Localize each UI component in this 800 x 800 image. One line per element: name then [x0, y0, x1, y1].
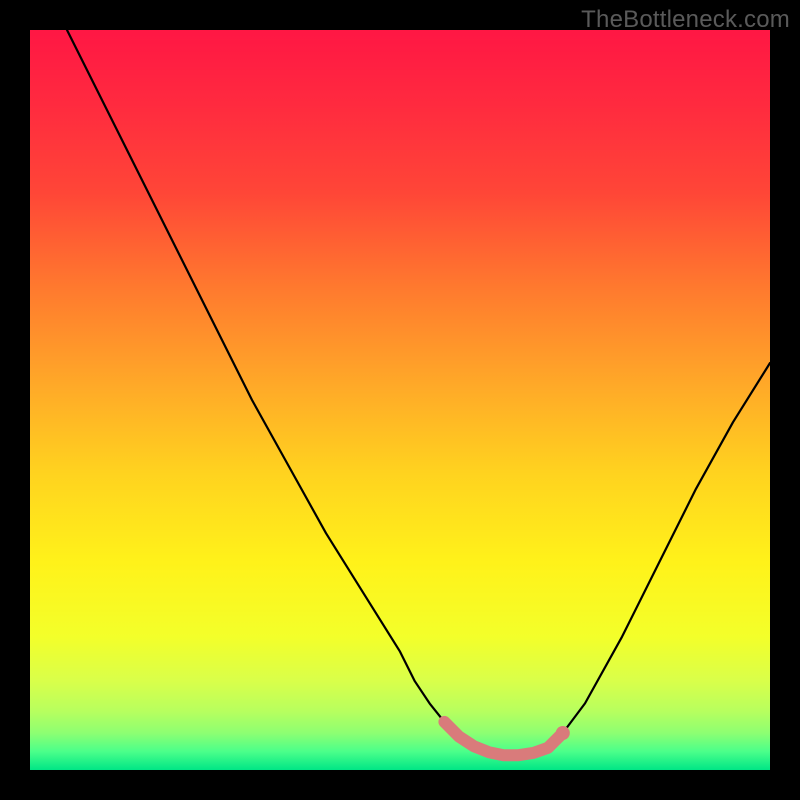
gradient-background	[30, 30, 770, 770]
chart-frame: TheBottleneck.com	[0, 0, 800, 800]
optimal-end-dot	[556, 726, 570, 740]
bottleneck-chart	[30, 30, 770, 770]
